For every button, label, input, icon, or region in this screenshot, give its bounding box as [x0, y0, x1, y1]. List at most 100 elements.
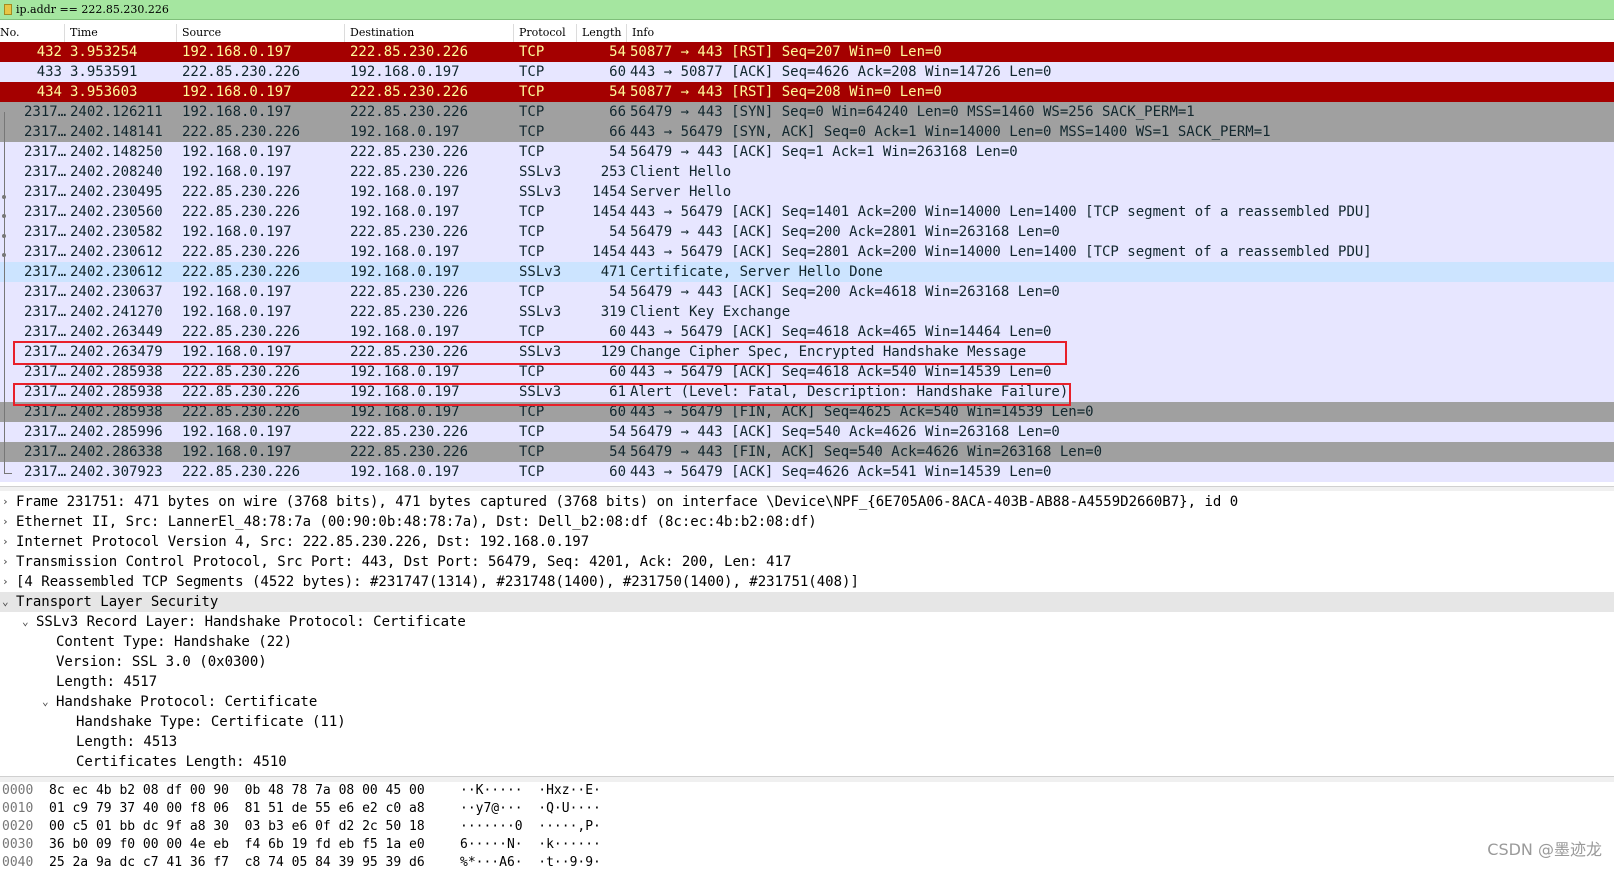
column-header-length[interactable]: Length	[582, 26, 621, 40]
packet-source: 222.85.230.226	[182, 64, 301, 80]
packet-protocol: SSLv3	[519, 304, 562, 320]
column-header-destination[interactable]: Destination	[350, 26, 414, 40]
packet-info: 56479 → 443 [ACK] Seq=200 Ack=4618 Win=2…	[630, 284, 1060, 300]
detail-tree-item[interactable]: ⌄ SSLv3 Record Layer: Handshake Protocol:…	[0, 612, 1614, 632]
packet-bytes-pane[interactable]: 0000 8c ec 4b b2 08 df 00 90 0b 48 78 7a …	[0, 782, 1614, 870]
collapse-arrow-icon[interactable]: ⌄	[42, 692, 49, 712]
detail-tree-item[interactable]: ⌄ Handshake Protocol: Certificate	[0, 692, 1614, 712]
packet-row[interactable]: 434 3.953603 192.168.0.197 222.85.230.226 TC…	[0, 82, 1614, 102]
display-filter-bar[interactable]: ip.addr == 222.85.230.226	[0, 0, 1614, 20]
column-separator[interactable]	[64, 24, 65, 42]
hex-row[interactable]: 0010 01 c9 79 37 40 00 f8 06 81 51 de 55 …	[0, 800, 620, 818]
packet-no: 2317…	[24, 284, 67, 300]
detail-tree-item[interactable]: › Frame 231751: 471 bytes on wire (3768 b…	[0, 492, 1614, 512]
packet-row[interactable]: 2317… 2402.230612 222.85.230.226 192.168.0.…	[0, 242, 1614, 262]
hex-row[interactable]: 0030 36 b0 09 f0 00 00 4e eb f4 6b 19 fd …	[0, 836, 620, 854]
conversation-bracket-end	[4, 473, 12, 474]
packet-destination: 192.168.0.197	[350, 244, 460, 260]
packet-row[interactable]: 2317… 2402.230495 222.85.230.226 192.168.0.…	[0, 182, 1614, 202]
column-header-source[interactable]: Source	[182, 26, 221, 40]
packet-info: 443 → 56479 [ACK] Seq=1401 Ack=200 Win=1…	[630, 204, 1372, 220]
packet-row[interactable]: 2317… 2402.241270 192.168.0.197 222.85.230.…	[0, 302, 1614, 322]
expand-arrow-icon[interactable]: ›	[2, 572, 9, 592]
expand-arrow-icon[interactable]: ›	[2, 532, 9, 552]
detail-tree-item[interactable]: ⌄ Transport Layer Security	[0, 592, 1614, 612]
detail-tree-label: Length: 4517	[56, 674, 158, 690]
expand-arrow-icon[interactable]: ›	[2, 492, 9, 512]
detail-tree-item[interactable]: Length: 4513	[0, 732, 1614, 752]
packet-no: 2317…	[24, 424, 67, 440]
packet-row[interactable]: 2317… 2402.307923 222.85.230.226 192.168.0.…	[0, 462, 1614, 482]
detail-tree-item[interactable]: › [4 Reassembled TCP Segments (4522 bytes…	[0, 572, 1614, 592]
column-separator[interactable]	[576, 24, 577, 42]
packet-protocol: TCP	[519, 324, 545, 340]
packet-row[interactable]: 2317… 2402.285996 192.168.0.197 222.85.230.…	[0, 422, 1614, 442]
expand-arrow-icon[interactable]: ›	[2, 552, 9, 572]
hex-row[interactable]: 0040 25 2a 9a dc c7 41 36 f7 c8 74 05 84 …	[0, 854, 620, 872]
column-header-info[interactable]: Info	[632, 26, 654, 40]
packet-time: 2402.285996	[70, 424, 163, 440]
detail-tree-item[interactable]: › Ethernet II, Src: LannerEl_48:78:7a (00…	[0, 512, 1614, 532]
packet-protocol: TCP	[519, 244, 545, 260]
column-separator[interactable]	[176, 24, 177, 42]
packet-source: 222.85.230.226	[182, 184, 301, 200]
expand-arrow-icon[interactable]: ›	[2, 512, 9, 532]
detail-tree-item[interactable]: › Transmission Control Protocol, Src Port…	[0, 552, 1614, 572]
packet-destination: 192.168.0.197	[350, 124, 460, 140]
packet-row[interactable]: 2317… 2402.230560 222.85.230.226 192.168.0.…	[0, 202, 1614, 222]
column-separator[interactable]	[344, 24, 345, 42]
hex-ascii: ··y7@··· ·Q·U····	[460, 801, 601, 816]
packet-time: 2402.230560	[70, 204, 163, 220]
display-filter-input[interactable]: ip.addr == 222.85.230.226	[16, 2, 169, 18]
column-header-time[interactable]: Time	[70, 26, 98, 40]
column-header-protocol[interactable]: Protocol	[519, 26, 566, 40]
pane-splitter[interactable]	[0, 486, 1614, 491]
packet-destination: 192.168.0.197	[350, 204, 460, 220]
packet-source: 192.168.0.197	[182, 284, 292, 300]
packet-row[interactable]: 2317… 2402.148250 192.168.0.197 222.85.230.…	[0, 142, 1614, 162]
packet-source: 222.85.230.226	[182, 364, 301, 380]
packet-length: 60	[609, 364, 626, 380]
packet-row[interactable]: 432 3.953254 192.168.0.197 222.85.230.226 TC…	[0, 42, 1614, 62]
packet-length: 60	[609, 64, 626, 80]
packet-time: 2402.230495	[70, 184, 163, 200]
watermark: CSDN @墨迹龙	[1487, 840, 1602, 859]
detail-tree-item[interactable]: › Internet Protocol Version 4, Src: 222.8…	[0, 532, 1614, 552]
bookmark-icon[interactable]	[4, 4, 12, 15]
detail-tree-item[interactable]: Content Type: Handshake (22)	[0, 632, 1614, 652]
collapse-arrow-icon[interactable]: ⌄	[22, 612, 29, 632]
column-separator[interactable]	[513, 24, 514, 42]
packet-row[interactable]: 2317… 2402.230637 192.168.0.197 222.85.230.…	[0, 282, 1614, 302]
packet-source: 192.168.0.197	[182, 144, 292, 160]
hex-row[interactable]: 0000 8c ec 4b b2 08 df 00 90 0b 48 78 7a …	[0, 782, 620, 800]
packet-row[interactable]: 2317… 2402.263449 222.85.230.226 192.168.0.…	[0, 322, 1614, 342]
detail-tree-item[interactable]: Handshake Type: Certificate (11)	[0, 712, 1614, 732]
packet-length: 54	[609, 44, 626, 60]
packet-row[interactable]: 2317… 2402.208240 192.168.0.197 222.85.230.…	[0, 162, 1614, 182]
detail-tree-label: SSLv3 Record Layer: Handshake Protocol: …	[36, 614, 466, 630]
packet-no: 2317…	[24, 204, 67, 220]
packet-row[interactable]: 2317… 2402.285938 222.85.230.226 192.168.0.…	[0, 362, 1614, 382]
column-header-no[interactable]: No.	[0, 26, 20, 40]
packet-row[interactable]: 2317… 2402.126211 192.168.0.197 222.85.230.…	[0, 102, 1614, 122]
collapse-arrow-icon[interactable]: ⌄	[2, 592, 9, 612]
packet-row[interactable]: 2317… 2402.148141 222.85.230.226 192.168.0.…	[0, 122, 1614, 142]
detail-tree-item[interactable]: Version: SSL 3.0 (0x0300)	[0, 652, 1614, 672]
packet-row[interactable]: 2317… 2402.230612 222.85.230.226 192.168.0.…	[0, 262, 1614, 282]
packet-row[interactable]: 433 3.953591 222.85.230.226 192.168.0.197 TC…	[0, 62, 1614, 82]
packet-list-header: No. Time Source Destination Protocol Len…	[0, 24, 1614, 43]
packet-row[interactable]: 2317… 2402.230582 192.168.0.197 222.85.230.…	[0, 222, 1614, 242]
packet-info: Client Hello	[630, 164, 732, 180]
packet-details-pane[interactable]: › Frame 231751: 471 bytes on wire (3768 b…	[0, 492, 1614, 776]
packet-source: 222.85.230.226	[182, 124, 301, 140]
packet-protocol: TCP	[519, 124, 545, 140]
hex-row[interactable]: 0020 00 c5 01 bb dc 9f a8 30 03 b3 e6 0f …	[0, 818, 620, 836]
packet-info: Client Key Exchange	[630, 304, 791, 320]
packet-list[interactable]: 432 3.953254 192.168.0.197 222.85.230.226 TC…	[0, 42, 1614, 483]
packet-protocol: SSLv3	[519, 164, 562, 180]
packet-row[interactable]: 2317… 2402.286338 192.168.0.197 222.85.230.…	[0, 442, 1614, 462]
detail-tree-item[interactable]: Length: 4517	[0, 672, 1614, 692]
packet-length: 471	[600, 264, 626, 280]
column-separator[interactable]	[626, 24, 627, 42]
detail-tree-item[interactable]: Certificates Length: 4510	[0, 752, 1614, 772]
